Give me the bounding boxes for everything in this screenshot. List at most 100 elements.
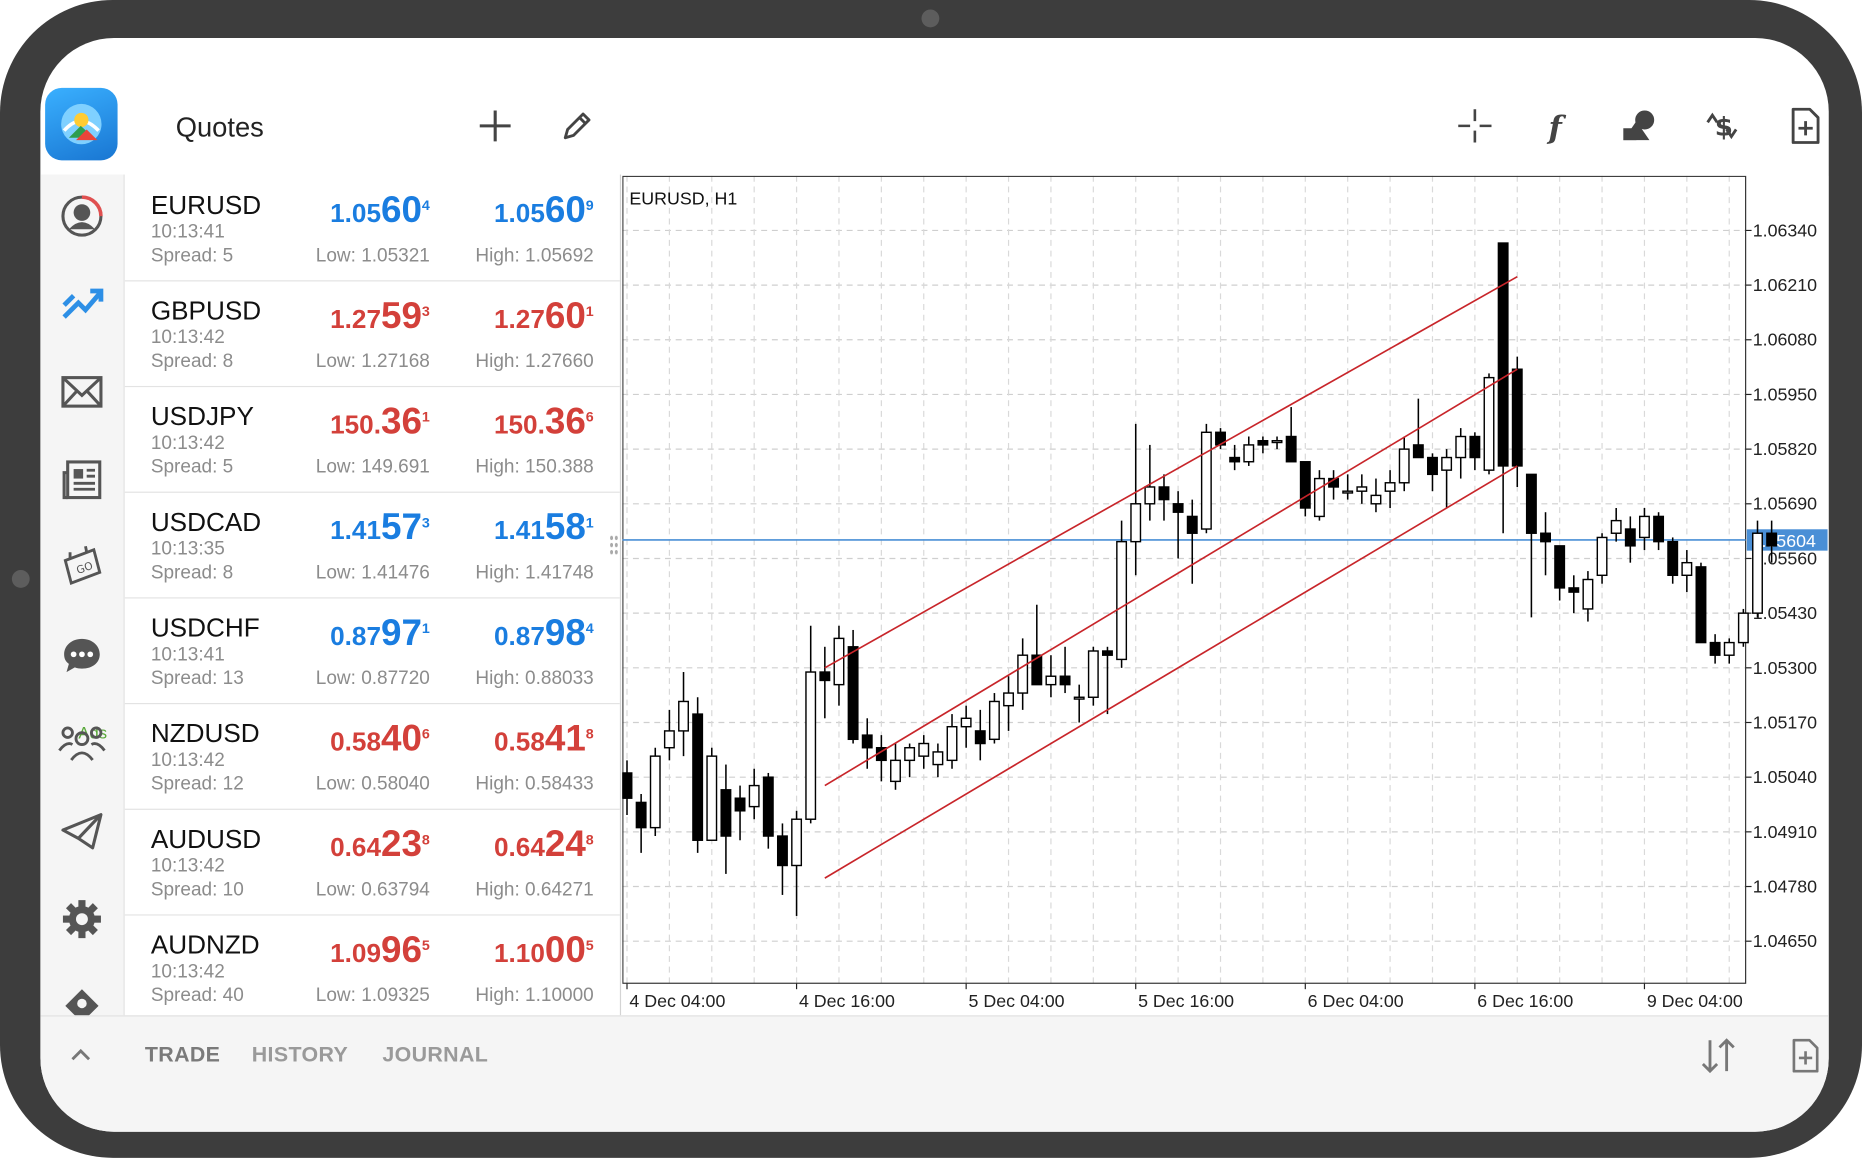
quote-spread: Spread: 12 (150, 774, 244, 795)
quote-row[interactable]: USDCAD 10:13:35 Spread: 8 1.41573 1.41581 Low… (124, 492, 620, 599)
candle-body (1709, 641, 1721, 656)
candle-body (635, 801, 647, 829)
resize-handle[interactable] (609, 534, 619, 556)
candle-body (1116, 540, 1128, 661)
quote-high: High: 1.41748 (475, 562, 594, 584)
y-tick-label: 1.04650 (1753, 931, 1817, 951)
objects-icon (1623, 110, 1655, 141)
candle-body (1441, 456, 1453, 471)
quote-row[interactable]: USDJPY 10:13:42 Spread: 5 150.361 150.366 Low… (124, 386, 620, 493)
indicators-button[interactable]: f (1531, 100, 1583, 152)
candle-body (1483, 376, 1495, 471)
candle-body (1596, 536, 1608, 577)
quote-spread: Spread: 13 (150, 668, 244, 689)
add-icon (479, 110, 511, 142)
trade-button[interactable]: $ (1697, 100, 1749, 152)
candle-body (861, 734, 873, 749)
candle-body (890, 759, 901, 783)
candle-body (1455, 435, 1467, 459)
candle-body (1271, 439, 1283, 444)
quote-row[interactable]: GBPUSD 10:13:42 Spread: 8 1.27593 1.27601 Low… (124, 280, 620, 388)
bid-price: 150.361 (330, 400, 430, 442)
quote-row[interactable]: AUDUSD 10:13:42 Spread: 10 0.64238 0.64248 Lo… (124, 809, 620, 916)
crosshair-button[interactable] (1449, 100, 1501, 152)
quote-high: High: 0.64271 (475, 879, 594, 901)
y-tick-label: 1.05950 (1753, 384, 1817, 404)
sidebar-item-mail[interactable] (40, 350, 123, 433)
quote-row[interactable]: NZDUSD 10:13:42 Spread: 12 0.58406 0.58418 Lo… (124, 703, 620, 810)
ask-price: 1.27601 (494, 294, 594, 337)
candle-body (663, 730, 675, 749)
candle-body (1384, 482, 1396, 492)
chart-title: EURUSD, H1 (629, 188, 738, 209)
quote-symbol: EURUSD (150, 190, 262, 220)
candle-body (1186, 515, 1198, 534)
candle-body (1681, 561, 1693, 577)
edit-symbols-button[interactable] (551, 100, 603, 152)
price-chart[interactable]: 1.06340 1.06210 1.06080 1.05950 1.05820 1.056… (622, 175, 1829, 1017)
objects-button[interactable] (1614, 100, 1666, 152)
y-tick-label: 1.05690 (1753, 494, 1817, 514)
candle-body (988, 700, 1000, 741)
chat-icon (64, 638, 100, 673)
quote-row[interactable]: USDCHF 10:13:41 Spread: 13 0.87971 0.87984 Lo… (124, 597, 620, 705)
crosshair-icon (1458, 109, 1492, 143)
quote-time: 10:13:42 (150, 327, 225, 348)
quote-spread: Spread: 8 (150, 562, 234, 584)
candle-body (1229, 456, 1241, 463)
ask-price: 1.05609 (494, 188, 594, 231)
quotes-list: EURUSD 10:13:41 Spread: 5 1.05604 1.05609 Low… (124, 175, 620, 1016)
ask-price: 1.10005 (494, 928, 594, 971)
candle-body (1497, 242, 1509, 467)
quote-row[interactable]: EURUSD 10:13:41 Spread: 5 1.05604 1.05609 Low… (124, 175, 620, 282)
new-order-button[interactable] (1779, 100, 1829, 152)
candle-body (932, 751, 944, 766)
candle-body (720, 789, 732, 837)
mail-icon (61, 376, 103, 408)
sort-button[interactable] (1698, 1036, 1738, 1082)
sidebar-item-ads[interactable]: GO (40, 526, 123, 609)
candle-body (1427, 456, 1438, 476)
candle-body (1737, 612, 1749, 644)
tab-journal[interactable]: JOURNAL (382, 1043, 488, 1068)
quote-time: 10:13:35 (150, 539, 225, 560)
sort-icon (1701, 1038, 1735, 1074)
sidebar-item-chart[interactable] (40, 262, 123, 345)
candle-body (1285, 435, 1297, 463)
candle-body (1653, 515, 1665, 543)
sidebar-item-settings[interactable] (40, 878, 123, 961)
bottom-new-order-button[interactable] (1788, 1036, 1821, 1082)
candle-body (1313, 477, 1325, 518)
quote-high: High: 1.05692 (475, 245, 594, 266)
candle-body (1130, 503, 1142, 543)
quote-spread: Spread: 10 (150, 879, 244, 901)
panel-divider (619, 174, 622, 1016)
sidebar-item-news[interactable] (40, 438, 123, 521)
candle-body (776, 835, 788, 867)
sidebar-item-telegram[interactable] (40, 790, 123, 873)
tab-trade[interactable]: TRADE (145, 1043, 220, 1068)
quote-row[interactable]: AUDNZD 10:13:42 Spread: 40 1.09965 1.10005 Lo… (125, 914, 620, 1015)
add-symbol-button[interactable] (469, 100, 521, 152)
x-tick-label: 9 Dec 04:00 (1647, 991, 1743, 1011)
y-tick-label: 1.06340 (1753, 220, 1817, 240)
quote-symbol: GBPUSD (150, 295, 262, 326)
candle-body (819, 671, 831, 682)
device-side-button (11, 570, 30, 588)
sidebar-item-chat[interactable] (40, 614, 123, 697)
sidebar-item-quotes[interactable] (40, 175, 123, 258)
candle-body (791, 818, 803, 867)
candle-body (1695, 566, 1707, 644)
candle-body (1059, 675, 1071, 686)
metatrader-logo-icon[interactable] (45, 87, 118, 161)
candle-body (1540, 532, 1551, 543)
candle-body (1511, 368, 1523, 467)
new-document-icon (1792, 1038, 1819, 1073)
candle-body (1412, 444, 1424, 459)
sidebar-item-community[interactable] (40, 702, 123, 785)
expand-panel-button[interactable] (67, 1040, 96, 1074)
chart-background (622, 175, 1829, 1017)
device-camera (921, 9, 940, 28)
candle-body (805, 671, 817, 820)
tab-history[interactable]: HISTORY (252, 1043, 348, 1068)
